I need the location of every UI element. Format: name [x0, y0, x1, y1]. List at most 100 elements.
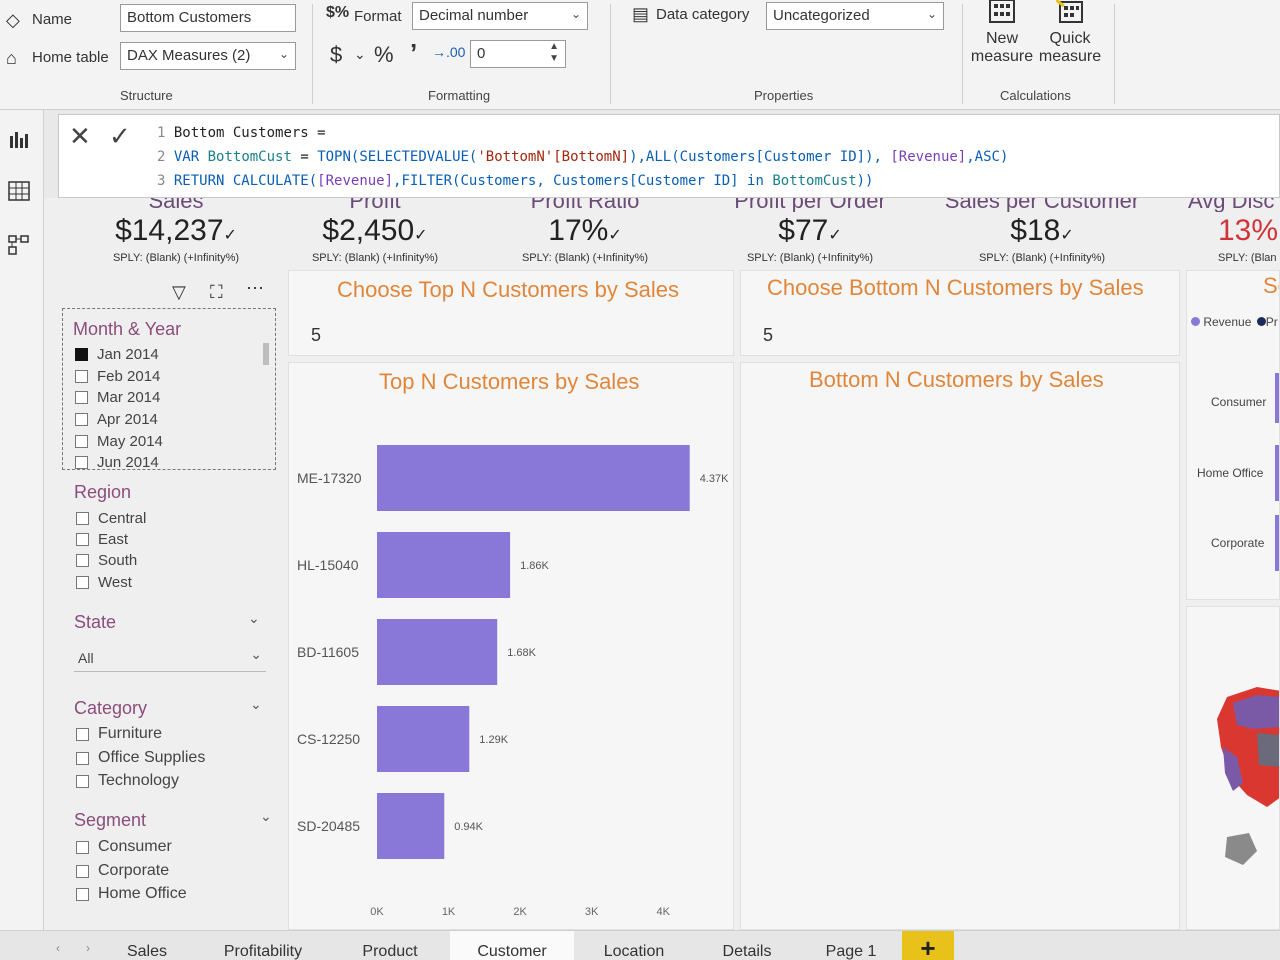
currency-button[interactable]: $: [330, 42, 342, 68]
new-measure-button[interactable]: New measure: [968, 0, 1036, 78]
slicer-option[interactable]: Mar 2014: [75, 389, 160, 406]
kpi-card-profit-ratio[interactable]: Profit Ratio 17%✓ SPLY: (Blank) (+Infini…: [500, 198, 670, 264]
checkbox[interactable]: [76, 751, 89, 765]
bar[interactable]: [1275, 445, 1279, 501]
bottom-n-parameter-slicer[interactable]: Choose Bottom N Customers by Sales 5: [740, 270, 1180, 356]
report-view-icon[interactable]: [8, 128, 30, 150]
properties-group-label: Properties: [754, 88, 814, 103]
bottom-n-value[interactable]: 5: [763, 325, 773, 346]
checkbox[interactable]: [76, 554, 89, 567]
slicer-option[interactable]: East: [76, 531, 128, 548]
checkbox[interactable]: [75, 413, 88, 426]
quick-measure-button[interactable]: Quick measure: [1036, 0, 1104, 78]
bar[interactable]: [1275, 373, 1279, 423]
decrease-decimal-icon[interactable]: →.00: [432, 44, 465, 60]
slicer-option[interactable]: Furniture: [76, 725, 162, 743]
top-n-chart-visual[interactable]: Top N Customers by Sales ME-17320 4.37K HL…: [288, 362, 734, 930]
kpi-card-sales[interactable]: Sales $14,237✓ SPLY: (Blank) (+Infinity%…: [96, 198, 256, 264]
checkbox[interactable]: [75, 455, 88, 469]
slicer-option[interactable]: Apr 2014: [75, 411, 158, 428]
bar-sd-20485[interactable]: [377, 793, 445, 859]
slicer-option[interactable]: Feb 2014: [75, 368, 160, 385]
tab-details[interactable]: Details: [694, 931, 800, 960]
tab-sales[interactable]: Sales: [100, 931, 194, 960]
dax-editor[interactable]: 1 Bottom Customers = 2 VAR BottomCust = …: [157, 121, 1008, 193]
checkbox[interactable]: [75, 391, 88, 404]
chevron-down-icon[interactable]: ⌄: [250, 696, 262, 713]
slicer-option[interactable]: Office Supplies: [76, 749, 205, 767]
state-dropdown[interactable]: All ⌄: [74, 640, 266, 672]
chevron-left-icon[interactable]: ‹: [56, 941, 60, 955]
decimal-places-value: 0: [477, 45, 486, 62]
add-page-button[interactable]: +: [902, 931, 954, 960]
map-region-alaska[interactable]: [1225, 833, 1257, 865]
top-n-parameter-slicer[interactable]: Choose Top N Customers by Sales 5: [288, 270, 734, 356]
tab-profitability[interactable]: Profitability: [196, 931, 330, 960]
tab-location[interactable]: Location: [576, 931, 692, 960]
checkbox[interactable]: [76, 533, 89, 546]
checkbox[interactable]: [76, 774, 89, 788]
data-view-icon[interactable]: [8, 180, 30, 202]
checkbox[interactable]: [75, 370, 88, 383]
kpi-card-profit-per-order[interactable]: Profit per Order $77✓ SPLY: (Blank) (+In…: [722, 198, 898, 264]
commit-icon[interactable]: ✓: [109, 121, 131, 152]
percent-button[interactable]: %: [374, 42, 394, 68]
slicer-option[interactable]: Corporate: [76, 862, 169, 880]
slicer-option[interactable]: Technology: [76, 772, 179, 790]
checkbox[interactable]: [76, 727, 89, 741]
cancel-icon[interactable]: ✕: [69, 121, 91, 152]
segment-chart-visual[interactable]: Se Revenue Pr Consumer Home Office Corpo…: [1186, 270, 1280, 600]
slicer-option[interactable]: Jan 2014: [75, 346, 159, 363]
formula-bar[interactable]: ✕ ✓ 1 Bottom Customers = 2 VAR BottomCus…: [58, 114, 1280, 198]
tab-product[interactable]: Product: [332, 931, 448, 960]
slicer-option[interactable]: Consumer: [76, 838, 172, 856]
chevron-down-icon[interactable]: ⌄: [248, 610, 260, 627]
checkbox[interactable]: [76, 887, 89, 901]
format-select[interactable]: Decimal number ⌄: [412, 2, 588, 30]
chevron-down-icon[interactable]: ⌄: [354, 46, 366, 63]
category-label: CS-12250: [297, 731, 360, 747]
quick-measure-label-1: Quick: [1049, 30, 1091, 47]
scrollbar[interactable]: [263, 343, 269, 365]
chevron-right-icon[interactable]: ›: [86, 941, 90, 955]
checkbox[interactable]: [76, 512, 89, 525]
slicer-option[interactable]: South: [76, 552, 137, 569]
tab-page-1[interactable]: Page 1: [802, 931, 900, 960]
more-options-icon[interactable]: ⋯: [246, 278, 264, 299]
map-visual[interactable]: [1186, 606, 1280, 930]
checkbox[interactable]: [76, 576, 89, 589]
bottom-n-chart-visual[interactable]: Bottom N Customers by Sales: [740, 362, 1180, 930]
bar-hl-15040[interactable]: [377, 532, 511, 598]
slicer-option[interactable]: May 2014: [75, 433, 163, 450]
slicer-option[interactable]: Jun 2014: [75, 455, 159, 469]
kpi-card-sales-per-customer[interactable]: Sales per Customer $18✓ SPLY: (Blank) (+…: [944, 198, 1140, 264]
comma-button[interactable]: ’: [410, 38, 417, 69]
home-table-select[interactable]: DAX Measures (2) ⌄: [120, 42, 296, 70]
bar-bd-11605[interactable]: [377, 619, 498, 685]
bar-me-17320[interactable]: [377, 445, 690, 511]
model-view-icon[interactable]: [8, 234, 30, 256]
top-n-value[interactable]: 5: [311, 325, 321, 346]
bar[interactable]: [1275, 515, 1279, 571]
kpi-card-avg-discount[interactable]: Avg Disc 13% SPLY: (Blan: [1180, 198, 1280, 264]
bar-cs-12250[interactable]: [377, 706, 470, 772]
data-category-select[interactable]: Uncategorized ⌄: [766, 2, 944, 30]
slicer-option[interactable]: Home Office: [76, 885, 187, 903]
map-region-mountain[interactable]: [1257, 733, 1280, 767]
name-field[interactable]: Bottom Customers: [120, 4, 296, 32]
filter-icon[interactable]: ▽: [172, 282, 186, 303]
tab-customer[interactable]: Customer: [450, 931, 574, 960]
kpi-card-profit[interactable]: Profit $2,450✓ SPLY: (Blank) (+Infinity%…: [290, 198, 460, 264]
focus-mode-icon[interactable]: ⛶: [210, 282, 223, 303]
decimal-places-input[interactable]: 0 ▲ ▼: [470, 40, 566, 68]
chevron-down-icon[interactable]: ⌄: [260, 808, 272, 825]
kpi-subtitle: SPLY: (Blan: [1218, 252, 1277, 264]
checkbox[interactable]: [76, 840, 89, 854]
slicer-option[interactable]: Central: [76, 510, 146, 527]
slicer-option[interactable]: West: [76, 574, 132, 591]
checkbox[interactable]: [75, 348, 88, 361]
checkbox[interactable]: [76, 864, 89, 878]
checkbox[interactable]: [75, 435, 88, 448]
month-slicer[interactable]: Month & Year Jan 2014 Feb 2014 Mar 2014 …: [62, 308, 276, 470]
stepper-icon[interactable]: ▲ ▼: [549, 41, 559, 65]
